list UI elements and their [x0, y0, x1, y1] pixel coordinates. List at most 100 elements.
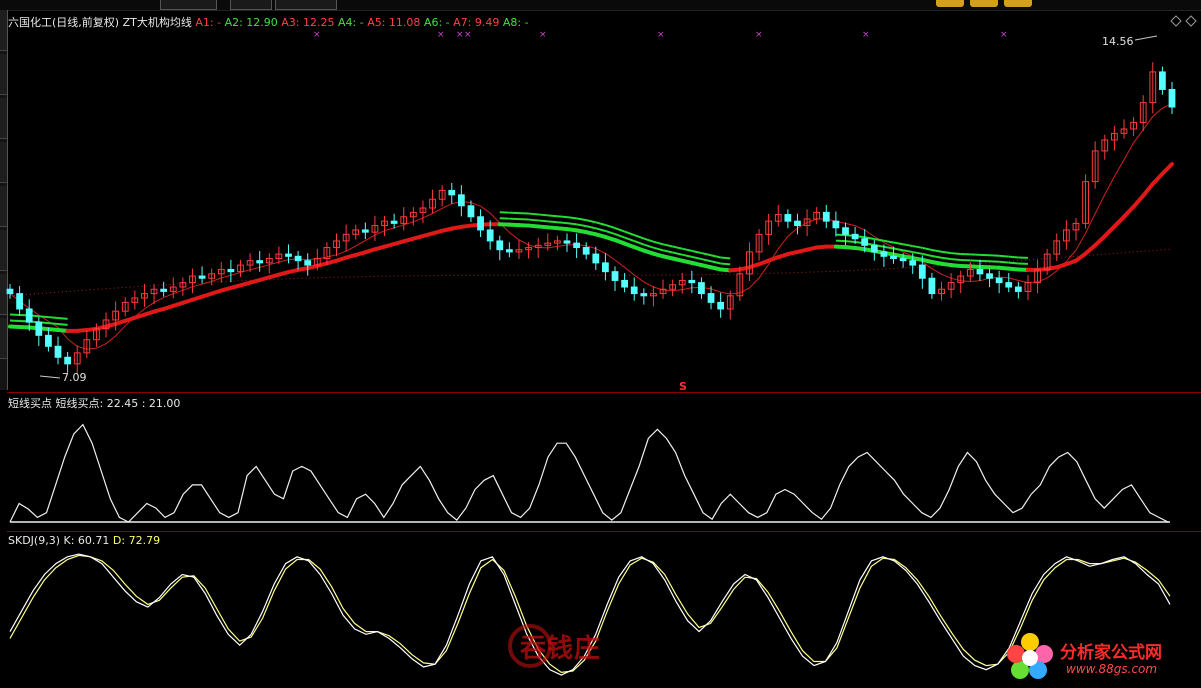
ma-thick-segment	[1160, 162, 1174, 176]
candle-body	[64, 356, 72, 365]
candle-body	[976, 268, 984, 275]
ma-green-band	[662, 249, 673, 254]
candle-body	[890, 255, 897, 259]
ma-thick-segment	[1150, 171, 1165, 186]
candle-body	[880, 251, 888, 257]
candle-body	[496, 240, 504, 251]
ma-green-band	[576, 217, 587, 222]
candle-body	[227, 268, 235, 273]
ma-green-band	[691, 255, 702, 261]
ma-green-band	[951, 258, 961, 261]
ma-green-band	[999, 254, 1009, 258]
candle-body	[1159, 71, 1166, 90]
candle-body	[457, 194, 465, 207]
ma-green-band	[691, 249, 702, 255]
ma-green-band	[633, 240, 645, 246]
signal-x-marker: ×	[313, 30, 321, 40]
candle-body	[1168, 88, 1176, 108]
ma-green-band	[701, 252, 712, 257]
site-watermark: 分析家公式网	[1060, 643, 1162, 663]
candle-body	[870, 244, 878, 253]
brand-watermark: 吞钱庄	[520, 634, 602, 664]
ma-green-band	[931, 255, 942, 259]
ma-green-band	[922, 246, 933, 251]
ma-green-band	[538, 213, 548, 217]
candle-body	[361, 229, 369, 233]
candle-body	[861, 238, 869, 246]
candle-body	[928, 277, 936, 295]
ma-green-band	[643, 243, 654, 249]
candle-body	[621, 279, 628, 288]
site-url-watermark: www.88gs.com	[1066, 662, 1158, 676]
ma-green-band	[874, 238, 885, 242]
candle-body	[611, 271, 619, 281]
ma-green-band	[941, 250, 952, 255]
candle-body	[45, 334, 52, 347]
ma-green-band	[547, 214, 558, 218]
ma-green-band	[883, 239, 894, 244]
ma-green-band	[605, 224, 616, 230]
candle-body	[688, 279, 696, 284]
candle-body	[35, 321, 43, 336]
candle-body	[995, 277, 1003, 284]
candle-body	[285, 253, 292, 257]
ma-green-band	[595, 221, 606, 226]
ma-green-band	[566, 222, 577, 226]
diamond-icon[interactable]	[1170, 15, 1182, 27]
candle-body	[592, 253, 600, 264]
ma-green-band	[48, 316, 59, 320]
signal-x-marker: ×	[539, 30, 547, 40]
ma-green-band	[576, 223, 587, 228]
flower-logo-icon	[1007, 633, 1053, 679]
ma-green-band	[653, 240, 664, 246]
candle-body	[467, 205, 475, 218]
signal-x-marker: ×	[1000, 30, 1008, 40]
ma-green-band	[893, 241, 904, 246]
ma-green-band	[538, 219, 548, 223]
signal-x-marker: ×	[437, 30, 445, 40]
ma-green-band	[710, 254, 721, 259]
candle-body	[582, 247, 590, 255]
candle-body	[160, 288, 168, 292]
ma-green-band	[720, 256, 731, 260]
candle-body	[563, 240, 571, 244]
ma-green-band	[710, 260, 721, 265]
ma-green-band	[1008, 255, 1019, 259]
high-pointer	[1134, 35, 1158, 41]
candle-body	[1005, 282, 1013, 288]
ma-green-band	[57, 317, 68, 320]
ma-green-band	[672, 245, 683, 250]
ma-green-band	[614, 233, 625, 239]
chart-canvas[interactable]: × × × × × × × × × 14.56 7.09 S	[0, 0, 1201, 688]
ma-green-band	[653, 246, 664, 252]
signal-x-marker: ×	[657, 30, 665, 40]
ma-green-band	[595, 227, 606, 232]
candle-body	[630, 286, 638, 295]
candle-body	[54, 345, 62, 358]
ma-green-band	[902, 249, 913, 254]
diamond-icon[interactable]	[1185, 15, 1197, 27]
candle-body	[477, 216, 484, 231]
candle-body	[640, 293, 648, 297]
ma-green-band	[662, 243, 673, 248]
ma-green-band	[682, 247, 693, 252]
ma-green-band	[614, 227, 625, 233]
ma-green-band	[1008, 261, 1019, 265]
candle-body	[717, 301, 725, 310]
high-price-label: 14.56	[1102, 35, 1134, 48]
ma-green-band	[585, 219, 597, 224]
ma-green-band	[845, 240, 856, 243]
ma-green-band	[605, 230, 616, 236]
ma-green-band	[682, 253, 693, 258]
candle-body	[256, 260, 264, 264]
candle-body	[505, 249, 513, 253]
candle-body	[822, 211, 830, 222]
candle-body	[842, 227, 849, 235]
ma-green-band	[57, 323, 68, 326]
candle-body	[6, 288, 14, 295]
candle-body	[25, 308, 33, 323]
ma-green-band	[38, 315, 49, 319]
ma-green-band	[557, 221, 568, 225]
ma-green-band	[672, 251, 683, 256]
signal-x-marker: ×	[464, 30, 472, 40]
